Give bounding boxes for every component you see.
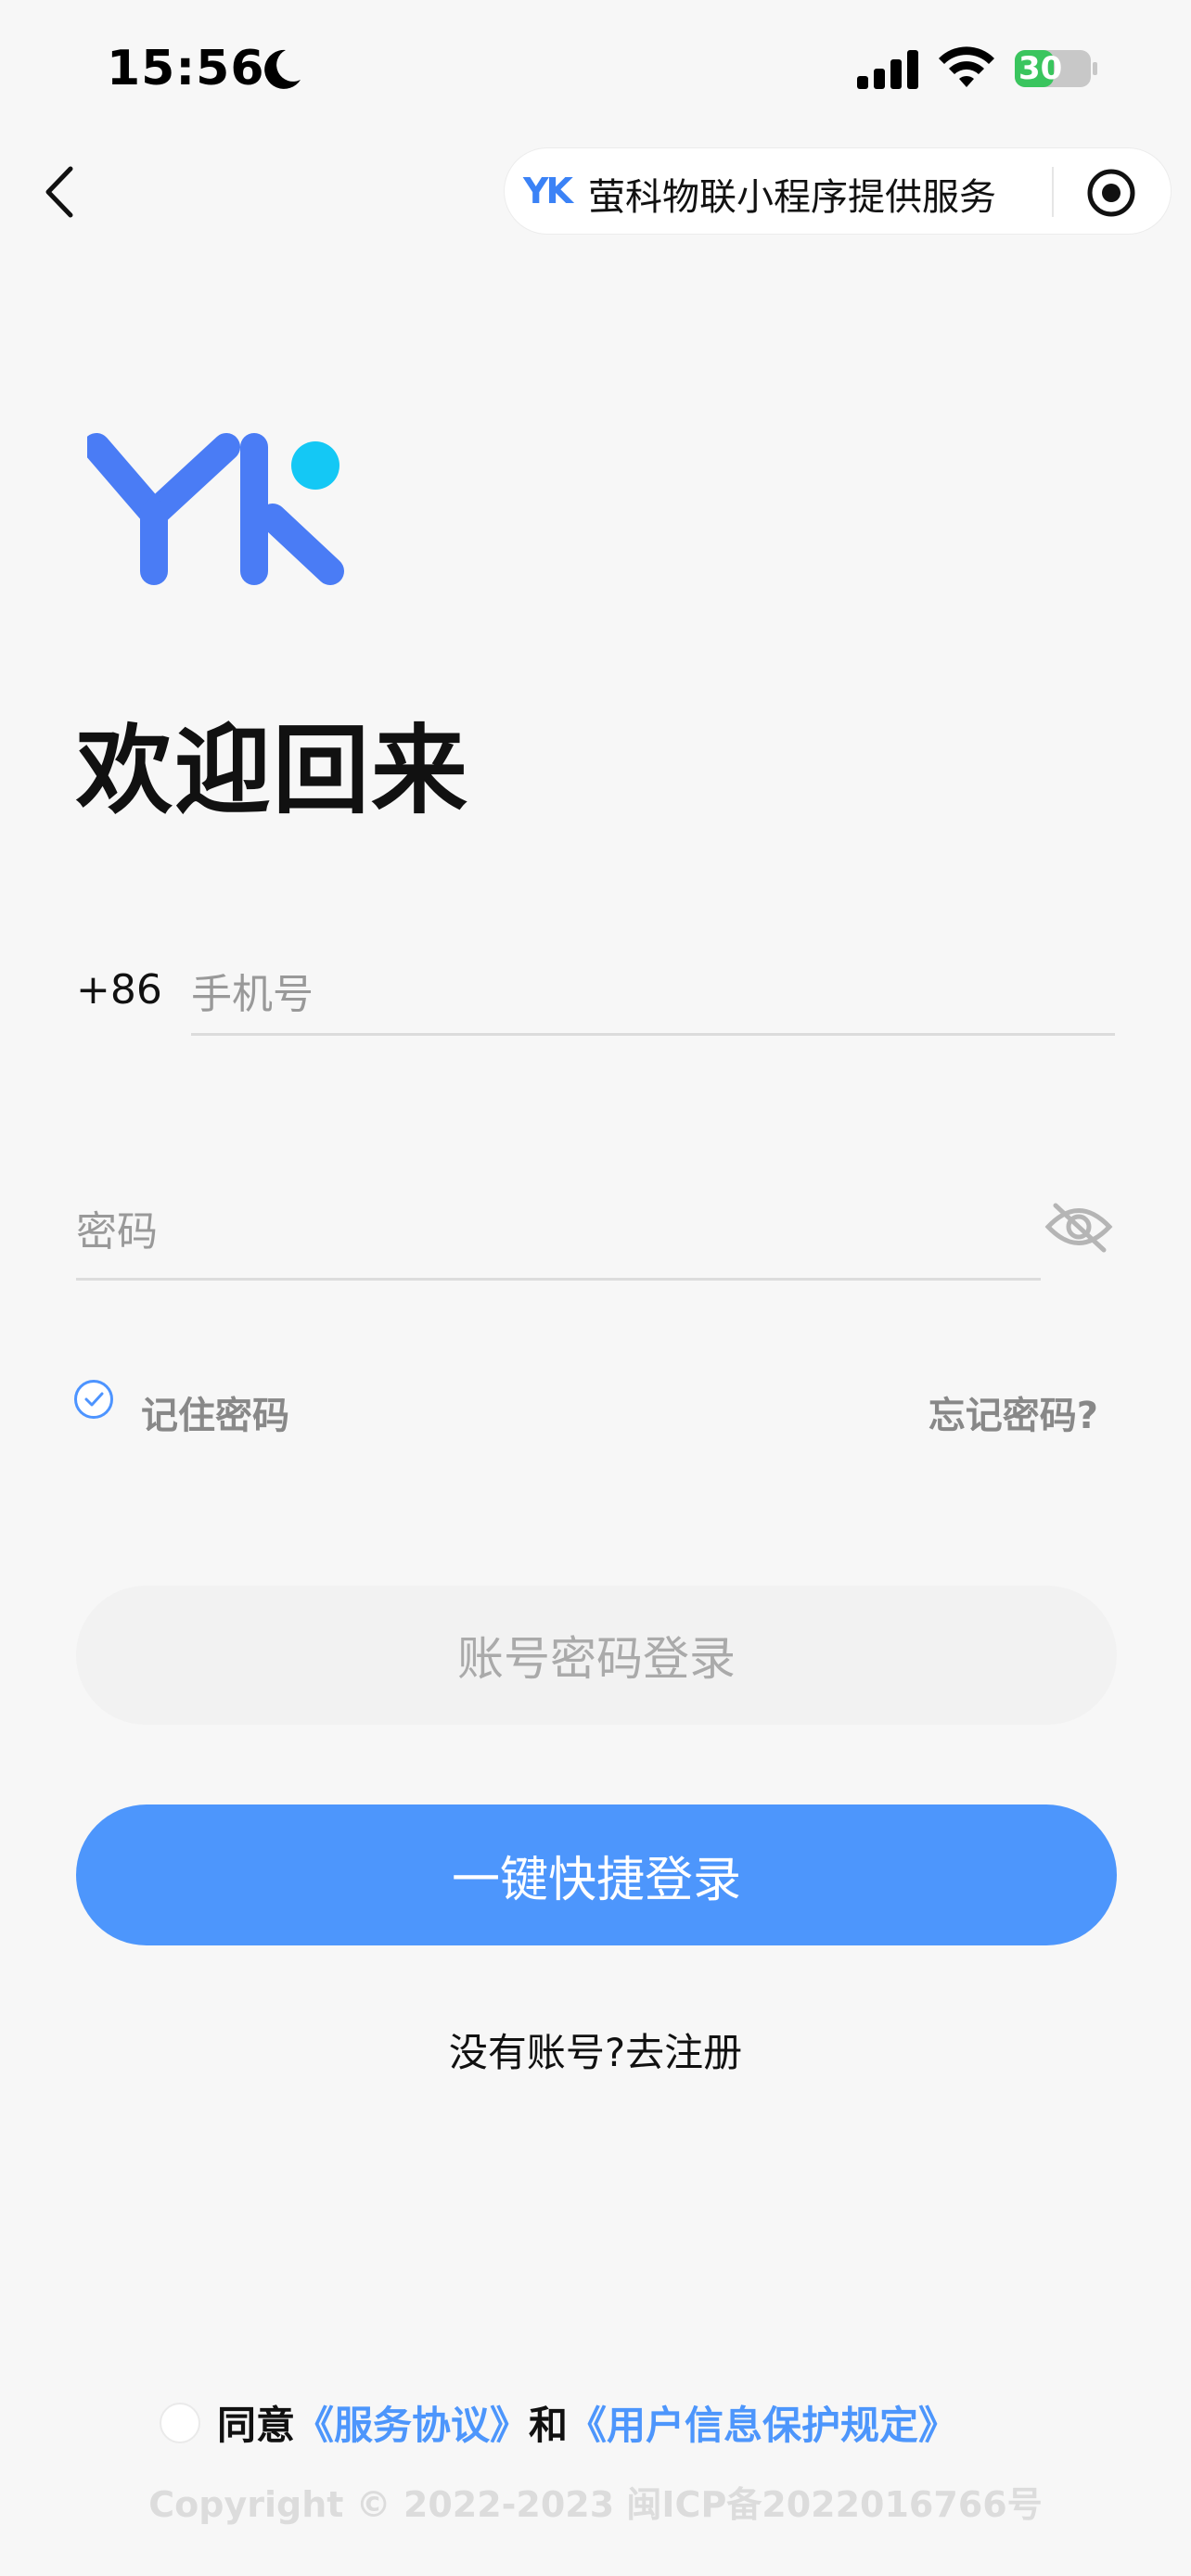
back-icon[interactable]: [39, 159, 85, 224]
forgot-password-link[interactable]: 忘记密码?: [928, 1385, 1098, 1439]
phone-input[interactable]: [191, 955, 1115, 1036]
agreement-row: 同意 《服务协议》 和 《用户信息保护规定》: [160, 2394, 957, 2451]
mini-program-capsule[interactable]: YK 萤科物联小程序提供服务: [505, 148, 1171, 234]
yk-logo: [87, 433, 344, 585]
moon-icon: [264, 49, 301, 89]
remember-password-label[interactable]: 记住密码: [141, 1385, 289, 1439]
battery-icon: 30: [1013, 46, 1100, 91]
privacy-policy-link[interactable]: 《用户信息保护规定》: [568, 2394, 957, 2451]
check-icon: [84, 1392, 104, 1407]
quick-login-button[interactable]: 一键快捷登录: [76, 1804, 1117, 1945]
close-mini-program-icon[interactable]: [1085, 167, 1137, 219]
page-title: 欢迎回来: [76, 714, 470, 827]
hide-password-icon[interactable]: [1044, 1198, 1113, 1256]
agreement-and: 和: [529, 2403, 569, 2448]
copyright-text: Copyright © 2022-2023 闽ICP备2022016766号: [148, 2484, 1043, 2525]
password-login-button[interactable]: 账号密码登录: [76, 1586, 1117, 1725]
capsule-logo: YK: [523, 171, 573, 211]
capsule-divider: [1052, 167, 1054, 217]
service-agreement-link[interactable]: 《服务协议》: [295, 2394, 529, 2451]
country-code[interactable]: +86: [76, 966, 162, 1014]
agreement-radio[interactable]: [160, 2402, 200, 2443]
battery-level: 30: [1018, 50, 1063, 87]
capsule-provider-text: 萤科物联小程序提供服务: [588, 176, 996, 219]
password-input[interactable]: [76, 1185, 1041, 1281]
register-link[interactable]: 没有账号?去注册: [0, 2021, 1191, 2078]
wifi-icon: [939, 46, 994, 87]
status-time: 15:56: [107, 41, 265, 96]
agreement-prefix: 同意: [217, 2403, 296, 2448]
remember-password-checkbox[interactable]: [74, 1380, 113, 1419]
cellular-signal-icon: [857, 50, 918, 89]
